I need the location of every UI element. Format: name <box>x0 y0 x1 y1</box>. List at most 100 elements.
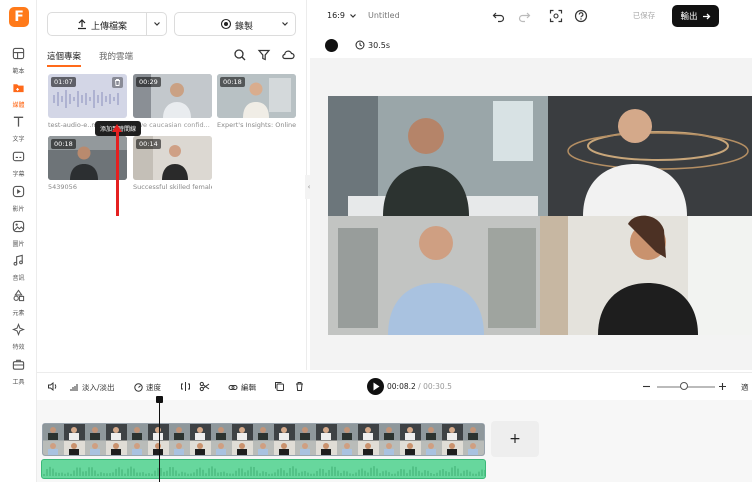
media-item-video-4[interactable]: 00:14 <box>133 136 212 180</box>
app-logo[interactable]: F <box>9 7 29 27</box>
video-icon <box>12 185 25 198</box>
rail-item-tools[interactable]: 工具 <box>0 356 37 386</box>
speed-label: 速度 <box>146 383 161 392</box>
aspect-ratio-select[interactable]: 16:9 <box>327 11 357 20</box>
play-icon <box>373 382 380 391</box>
edit-tool[interactable]: 編輯 <box>228 382 256 393</box>
video-frame-image <box>328 96 752 335</box>
export-button[interactable]: 輸出 <box>672 5 719 27</box>
record-icon <box>220 18 232 30</box>
subtitle-icon <box>12 151 25 162</box>
media-caption: ...ve caucasian confid... <box>133 121 210 129</box>
add-clip-button[interactable]: + <box>491 421 539 457</box>
text-icon <box>13 116 24 127</box>
rail-label: 特效 <box>12 344 25 351</box>
project-title[interactable]: Untitled <box>368 11 400 20</box>
rail-item-subtitles[interactable]: 字幕 <box>0 148 37 178</box>
split-icon[interactable] <box>180 381 191 392</box>
media-item-audio[interactable]: 01:07 <box>48 74 127 118</box>
rail-item-audio[interactable]: 音訊 <box>0 252 37 282</box>
link-icon <box>228 385 238 390</box>
tab-this-project[interactable]: 這個專案 <box>47 50 82 67</box>
upload-icon <box>78 19 86 30</box>
media-panel: 上傳檔案 錄製 這個專案 我的雲端 01:07 + test-audio-e..… <box>37 0 307 370</box>
playback-time: 00:08.2 / 00:30.5 <box>387 382 452 391</box>
undo-icon[interactable] <box>492 9 506 23</box>
duration-control[interactable]: 30.5s <box>355 40 390 50</box>
audio-track-clip[interactable] <box>41 459 486 479</box>
zoom-in-icon[interactable] <box>717 381 728 392</box>
arrow-right-icon <box>702 13 710 19</box>
rail-item-elements[interactable]: 元素 <box>0 287 37 317</box>
stage-toolbar: 30.5s <box>310 36 752 58</box>
screenshot-icon[interactable] <box>549 9 563 23</box>
rail-item-effects[interactable]: 特效 <box>0 321 37 351</box>
fade-tool[interactable]: 淡入/淡出 <box>70 382 115 393</box>
help-icon[interactable] <box>574 9 588 23</box>
record-dropdown-caret[interactable] <box>275 13 295 35</box>
clip-filmstrip <box>43 424 484 455</box>
speed-tool[interactable]: 速度 <box>134 382 161 393</box>
playhead-handle[interactable] <box>156 396 163 403</box>
upload-label: 上傳檔案 <box>91 22 128 32</box>
annotation-arrow-head <box>112 124 122 132</box>
video-preview[interactable] <box>328 96 752 335</box>
video-track-clip[interactable] <box>42 423 485 456</box>
scissors-icon[interactable] <box>199 381 210 392</box>
annotation-arrow <box>116 128 119 216</box>
fade-label: 淡入/淡出 <box>82 383 115 392</box>
volume-icon[interactable] <box>47 381 58 392</box>
duration-badge: 00:29 <box>136 77 161 87</box>
total-time: / 00:30.5 <box>418 382 452 391</box>
duplicate-icon[interactable] <box>274 381 285 392</box>
rail-label: 影片 <box>12 206 25 213</box>
duration-badge: 00:18 <box>220 77 245 87</box>
chevron-down-icon <box>282 22 288 26</box>
upload-button[interactable]: 上傳檔案 <box>47 12 167 36</box>
rail-item-templates[interactable]: 範本 <box>0 45 37 75</box>
rail-label: 工具 <box>12 379 25 386</box>
current-time: 00:08.2 <box>387 382 416 391</box>
search-icon[interactable] <box>233 48 247 62</box>
rail-label: 範本 <box>12 68 25 75</box>
record-label: 錄製 <box>235 22 254 32</box>
shapes-icon <box>13 289 25 302</box>
fade-icon <box>70 384 78 391</box>
image-icon <box>12 220 25 233</box>
zoom-out-icon[interactable] <box>641 381 652 392</box>
play-button[interactable] <box>367 378 384 395</box>
toolbox-icon <box>12 359 25 370</box>
media-item-video-1[interactable]: 00:29 <box>133 74 212 118</box>
duration-badge: 00:18 <box>51 139 76 149</box>
filter-icon[interactable] <box>257 48 271 62</box>
rail-item-text[interactable]: 文字 <box>0 113 37 143</box>
redo-icon[interactable] <box>517 9 531 23</box>
playhead-line[interactable] <box>159 398 160 482</box>
cloud-icon[interactable] <box>281 48 295 62</box>
timeline-toolbar: 淡入/淡出 速度 編輯 00:08.2 / 00:30.5 適 <box>37 372 752 400</box>
left-rail: F 範本 媒體 文字 字幕 影片 圖片 音訊 元素 特效 工具 <box>0 0 37 482</box>
clock-icon <box>355 40 365 50</box>
music-icon <box>13 254 23 266</box>
trash-icon[interactable] <box>112 77 123 88</box>
rail-label: 文字 <box>12 136 25 143</box>
rail-item-images[interactable]: 圖片 <box>0 218 37 248</box>
media-caption: Successful skilled female... <box>133 183 212 191</box>
duration-value: 30.5s <box>368 40 390 50</box>
tab-my-cloud[interactable]: 我的雲端 <box>99 50 133 67</box>
record-button[interactable]: 錄製 <box>174 12 296 36</box>
fit-button[interactable]: 適 <box>741 382 749 393</box>
upload-dropdown-caret[interactable] <box>146 13 166 35</box>
background-color-swatch[interactable] <box>325 39 338 52</box>
aspect-ratio-value: 16:9 <box>327 11 345 20</box>
rail-label: 圖片 <box>12 241 25 248</box>
zoom-slider-knob[interactable] <box>680 382 688 390</box>
audio-waveform <box>43 466 485 476</box>
rail-item-media[interactable]: 媒體 <box>0 79 37 109</box>
saved-status: 已保存 <box>632 11 656 20</box>
chevron-down-icon <box>350 13 356 18</box>
rail-item-video[interactable]: 影片 <box>0 183 37 213</box>
media-item-video-2[interactable]: 00:18 <box>217 74 296 118</box>
video-editor-app: F 範本 媒體 文字 字幕 影片 圖片 音訊 元素 特效 工具 上傳檔案 錄製 … <box>0 0 752 482</box>
delete-icon[interactable] <box>294 381 305 392</box>
